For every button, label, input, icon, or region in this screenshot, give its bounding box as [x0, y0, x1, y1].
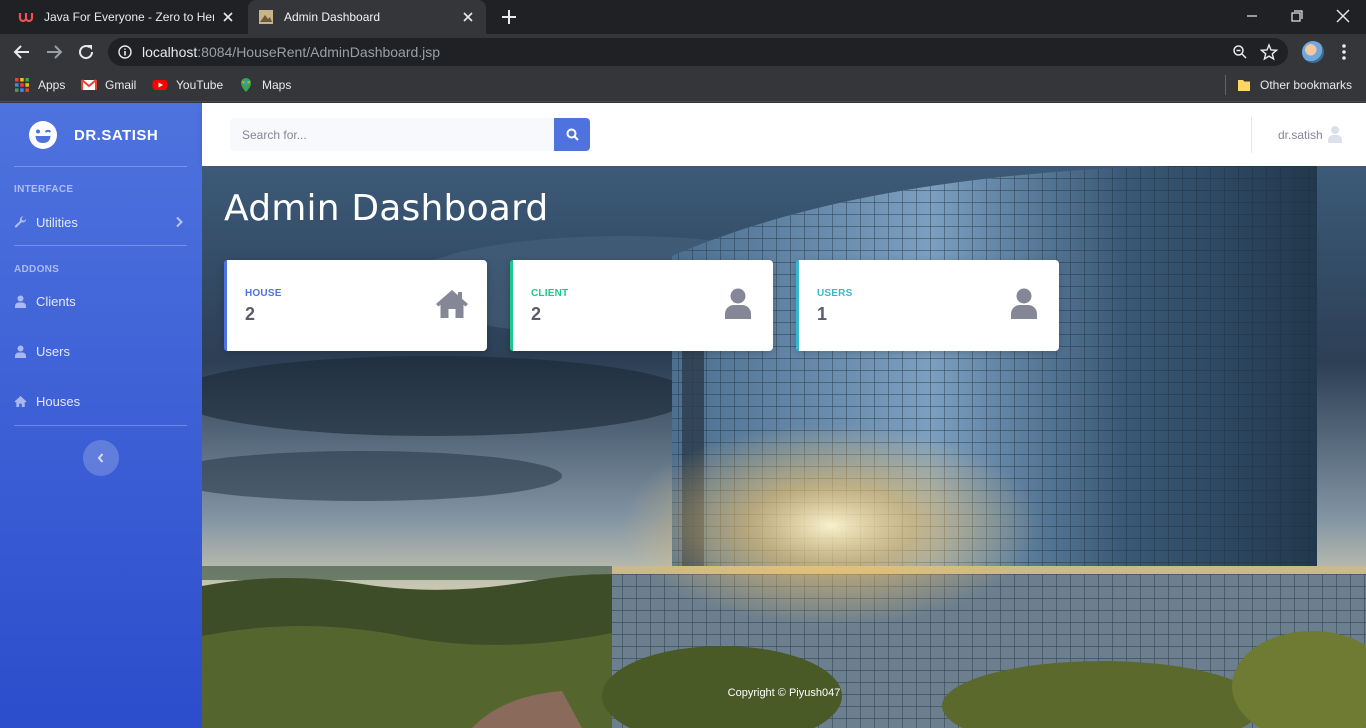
gmail-icon	[81, 79, 97, 90]
tab-title: Java For Everyone - Zero to Hero	[44, 10, 214, 24]
bookmark-maps[interactable]: Maps	[238, 77, 291, 93]
other-bookmarks[interactable]: Other bookmarks	[1236, 77, 1352, 93]
card-label: USERS	[817, 288, 853, 299]
bookmarks-separator	[1225, 75, 1226, 95]
user-name[interactable]: dr.satish	[1278, 128, 1323, 142]
bookmark-label: Other bookmarks	[1260, 78, 1353, 92]
sidebar-item-houses[interactable]: Houses	[0, 384, 202, 418]
bookmark-gmail[interactable]: Gmail	[81, 77, 136, 93]
copyright-footer: Copyright © Piyush047	[727, 687, 841, 699]
sidebar-divider	[14, 245, 187, 246]
sidebar-item-label: Users	[36, 343, 70, 359]
card-label: CLIENT	[531, 288, 569, 299]
search-icon	[566, 128, 579, 141]
user-icon	[15, 295, 26, 308]
card-accent-bar	[224, 260, 227, 351]
minimize-icon[interactable]	[1240, 6, 1264, 26]
card-accent-bar	[796, 260, 799, 351]
browser-tabstrip: Java For Everyone - Zero to Hero Admin D…	[0, 0, 1366, 34]
card-value: 2	[531, 304, 542, 324]
page-title: Admin Dashboard	[224, 188, 549, 229]
site-info-icon[interactable]	[118, 45, 132, 59]
forward-arrow-icon[interactable]	[44, 42, 64, 62]
reload-icon[interactable]	[76, 42, 96, 62]
close-tab-icon[interactable]	[220, 9, 236, 25]
home-icon	[14, 395, 27, 407]
wrench-icon	[14, 215, 27, 228]
chevron-right-icon	[176, 216, 183, 228]
page-favicon-icon	[259, 10, 273, 24]
card-accent-bar	[510, 260, 513, 351]
new-tab-icon[interactable]	[499, 8, 519, 26]
laugh-wink-icon	[29, 121, 57, 149]
sidebar-item-clients[interactable]: Clients	[0, 284, 202, 318]
main-content: Admin Dashboard HOUSE 2 CLIENT 2 USERS 1	[202, 166, 1366, 728]
stat-card-client[interactable]: CLIENT 2	[510, 260, 773, 351]
stat-card-users[interactable]: USERS 1	[796, 260, 1059, 351]
topbar: dr.satish	[202, 103, 1366, 166]
user-icon	[725, 288, 751, 319]
folder-icon	[1238, 80, 1250, 91]
browser-toolbar: localhost:8084/HouseRent/AdminDashboard.…	[0, 34, 1366, 70]
sidebar-toggle-button[interactable]	[83, 440, 119, 476]
bookmark-star-icon[interactable]	[1260, 43, 1278, 61]
search-button[interactable]	[554, 118, 590, 151]
chevron-left-icon	[97, 453, 104, 463]
sidebar-divider	[14, 425, 187, 426]
card-value: 2	[245, 304, 256, 324]
bookmark-label: YouTube	[176, 78, 224, 92]
close-window-icon[interactable]	[1331, 6, 1355, 26]
restore-icon[interactable]	[1285, 6, 1309, 26]
url-text: localhost:8084/HouseRent/AdminDashboard.…	[142, 44, 441, 60]
address-bar[interactable]: localhost:8084/HouseRent/AdminDashboard.…	[108, 38, 1288, 66]
sidebar-item-users[interactable]: Users	[0, 334, 202, 368]
search-form	[230, 118, 590, 151]
tab-java-for-everyone[interactable]: Java For Everyone - Zero to Hero	[8, 0, 246, 34]
sidebar-item-label: Clients	[36, 293, 76, 309]
sidebar-heading-addons: ADDONS	[14, 264, 60, 275]
topbar-divider	[1251, 117, 1252, 153]
browser-menu-icon[interactable]	[1338, 42, 1350, 62]
bookmark-label: Gmail	[105, 78, 137, 92]
profile-avatar[interactable]	[1302, 41, 1324, 63]
back-arrow-icon[interactable]	[12, 42, 32, 62]
sidebar-heading-interface: INTERFACE	[14, 184, 74, 195]
user-icon	[15, 345, 26, 358]
youtube-icon	[152, 80, 168, 90]
close-tab-icon[interactable]	[460, 9, 476, 25]
tab-title: Admin Dashboard	[284, 10, 381, 24]
sidebar-item-label: Houses	[36, 393, 81, 409]
udemy-favicon-icon	[18, 13, 34, 23]
bookmark-youtube[interactable]: YouTube	[152, 77, 223, 93]
bookmark-apps[interactable]: Apps	[14, 77, 65, 93]
bookmarks-bar: Apps Gmail YouTube Maps Other bookmarks	[0, 70, 1366, 102]
user-avatar-icon[interactable]	[1327, 125, 1343, 143]
home-icon	[436, 290, 468, 318]
maps-pin-icon	[241, 78, 251, 92]
bookmark-label: Apps	[38, 78, 66, 92]
search-input[interactable]	[230, 118, 554, 151]
sidebar: DR.SATISH INTERFACE Utilities ADDONS Cli…	[0, 103, 202, 728]
sidebar-divider	[14, 166, 187, 167]
user-icon	[1011, 288, 1037, 319]
card-label: HOUSE	[245, 288, 282, 299]
sidebar-brand[interactable]: DR.SATISH	[0, 103, 202, 167]
bookmark-label: Maps	[262, 78, 292, 92]
tab-admin-dashboard[interactable]: Admin Dashboard	[248, 0, 486, 34]
sidebar-item-utilities[interactable]: Utilities	[0, 205, 202, 239]
stat-card-house[interactable]: HOUSE 2	[224, 260, 487, 351]
brand-name: DR.SATISH	[74, 126, 159, 144]
background-building-photo	[202, 166, 1366, 728]
sidebar-item-label: Utilities	[36, 214, 78, 230]
zoom-icon[interactable]	[1232, 44, 1248, 60]
card-value: 1	[817, 304, 828, 324]
page: DR.SATISH INTERFACE Utilities ADDONS Cli…	[0, 103, 1366, 728]
apps-grid-icon	[15, 78, 29, 92]
